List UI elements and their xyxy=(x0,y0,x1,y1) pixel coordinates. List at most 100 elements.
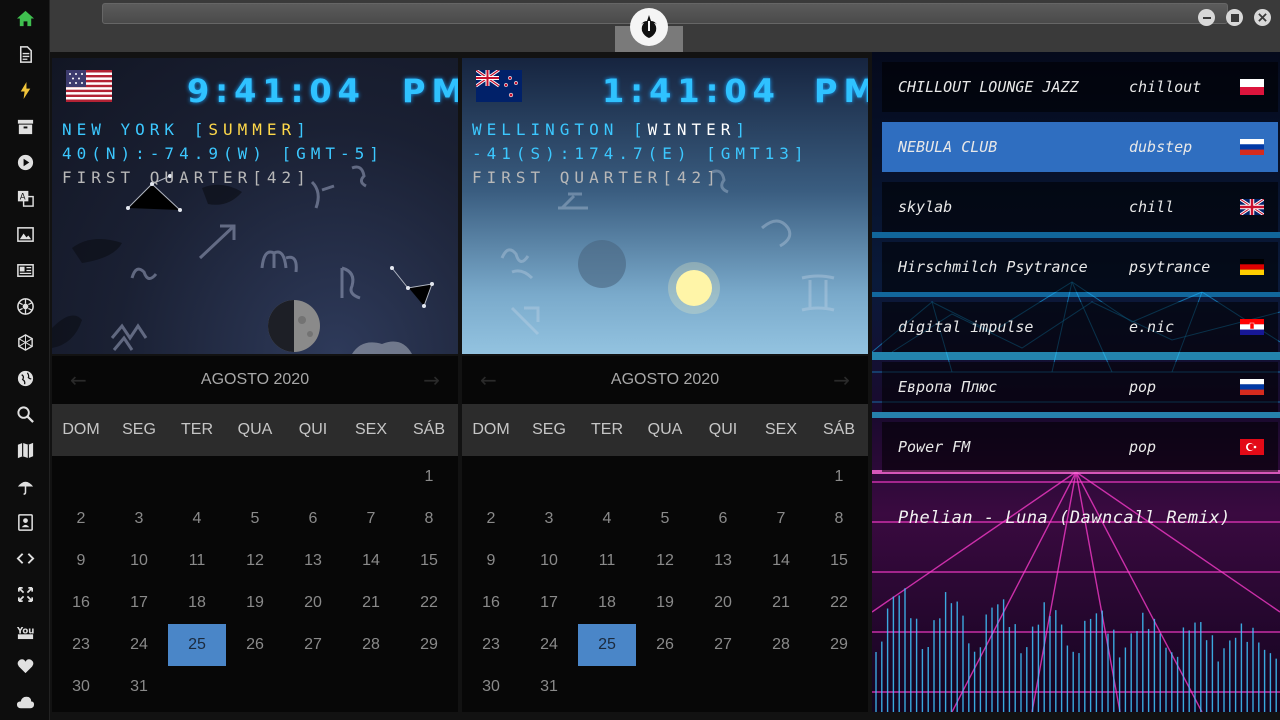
calendar-day[interactable]: 22 xyxy=(810,582,868,624)
calendar-day[interactable]: 2 xyxy=(52,498,110,540)
station-row[interactable]: CHILLOUT LOUNGE JAZZ chillout xyxy=(882,62,1278,112)
calendar-day[interactable]: 3 xyxy=(110,498,168,540)
calendar-day[interactable]: 26 xyxy=(636,624,694,666)
calendar-day[interactable]: 14 xyxy=(752,540,810,582)
turkey-flag xyxy=(1240,439,1264,455)
calendar-day[interactable]: 21 xyxy=(752,582,810,624)
calendar-day[interactable]: 30 xyxy=(52,666,110,708)
news-icon[interactable] xyxy=(0,252,50,288)
globe-icon[interactable] xyxy=(0,360,50,396)
calendar-day[interactable]: 10 xyxy=(110,540,168,582)
calendar-day[interactable]: 7 xyxy=(752,498,810,540)
calendar-day[interactable]: 8 xyxy=(400,498,458,540)
station-row[interactable]: Европа Плюс pop xyxy=(882,362,1278,412)
calendar-day[interactable]: 15 xyxy=(810,540,868,582)
calendar-day[interactable]: 15 xyxy=(400,540,458,582)
calendar-day[interactable]: 5 xyxy=(636,498,694,540)
home-icon[interactable] xyxy=(0,0,50,36)
calendar-day[interactable]: 23 xyxy=(462,624,520,666)
translate-icon[interactable]: A xyxy=(0,180,50,216)
close-button[interactable] xyxy=(1254,9,1271,26)
calendar-day[interactable]: 24 xyxy=(520,624,578,666)
cloud-icon[interactable] xyxy=(0,684,50,720)
calendar-day[interactable]: 1 xyxy=(400,456,458,498)
calendar-day[interactable]: 8 xyxy=(810,498,868,540)
map-icon[interactable] xyxy=(0,432,50,468)
calendar-day[interactable]: 4 xyxy=(578,498,636,540)
code-icon[interactable] xyxy=(0,540,50,576)
calendar-month-title: AGOSTO 2020 xyxy=(200,371,310,388)
calendar-day[interactable]: 9 xyxy=(462,540,520,582)
umbrella-icon[interactable] xyxy=(0,468,50,504)
calendar-day[interactable]: 28 xyxy=(752,624,810,666)
calendar-day[interactable]: 6 xyxy=(284,498,342,540)
station-row-active[interactable]: NEBULA CLUB dubstep xyxy=(882,122,1278,172)
heart-icon[interactable] xyxy=(0,648,50,684)
calendar-day[interactable]: 11 xyxy=(168,540,226,582)
rebel-alliance-logo-icon[interactable] xyxy=(630,8,668,46)
calendar-day[interactable]: 3 xyxy=(520,498,578,540)
calendar-day[interactable]: 4 xyxy=(168,498,226,540)
calendar-day[interactable]: 18 xyxy=(578,582,636,624)
station-row[interactable]: skylab chill xyxy=(882,182,1278,232)
station-row[interactable]: Power FM pop xyxy=(882,422,1278,472)
calendar-day[interactable]: 31 xyxy=(520,666,578,708)
calendar-day[interactable]: 31 xyxy=(110,666,168,708)
calendar-day[interactable]: 19 xyxy=(226,582,284,624)
calendar-day[interactable]: 13 xyxy=(694,540,752,582)
calendar-day[interactable]: 20 xyxy=(694,582,752,624)
calendar-right: ← AGOSTO 2020 → DOM SEG TER QUA QUI SEX … xyxy=(462,356,868,712)
calendar-day[interactable]: 9 xyxy=(52,540,110,582)
expand-icon[interactable] xyxy=(0,576,50,612)
calendar-day[interactable]: 18 xyxy=(168,582,226,624)
calendar-day[interactable]: 21 xyxy=(342,582,400,624)
lightning-icon[interactable] xyxy=(0,72,50,108)
calendar-day[interactable]: 27 xyxy=(694,624,752,666)
calendar-day-today[interactable]: 25 xyxy=(168,624,226,666)
image-icon[interactable] xyxy=(0,216,50,252)
calendar-day[interactable]: 2 xyxy=(462,498,520,540)
calendar-grid: 1 2 3 4 5 6 7 8 9 10 11 12 13 14 15 16 17 18 19 20 21 22 23 24 2… xyxy=(52,456,458,708)
calendar-day-today[interactable]: 25 xyxy=(578,624,636,666)
minimize-button[interactable] xyxy=(1198,9,1215,26)
weekday-label: TER xyxy=(591,421,623,438)
calendar-day[interactable]: 7 xyxy=(342,498,400,540)
station-row[interactable]: Hirschmilch Psytrance psytrance xyxy=(882,242,1278,292)
calendar-day[interactable]: 14 xyxy=(342,540,400,582)
contacts-icon[interactable] xyxy=(0,504,50,540)
play-icon[interactable] xyxy=(0,144,50,180)
calendar-day[interactable]: 17 xyxy=(110,582,168,624)
calendar-day[interactable]: 28 xyxy=(342,624,400,666)
calendar-day[interactable]: 20 xyxy=(284,582,342,624)
archive-icon[interactable] xyxy=(0,108,50,144)
calendar-next-arrow-icon[interactable]: → xyxy=(423,368,440,392)
calendar-day[interactable]: 19 xyxy=(636,582,694,624)
calendar-next-arrow-icon[interactable]: → xyxy=(833,368,850,392)
station-row[interactable]: digital impulse e.nic xyxy=(882,302,1278,352)
calendar-day[interactable]: 12 xyxy=(226,540,284,582)
calendar-day[interactable]: 17 xyxy=(520,582,578,624)
hexagon-icon[interactable] xyxy=(0,324,50,360)
search-icon[interactable] xyxy=(0,396,50,432)
calendar-day[interactable]: 12 xyxy=(636,540,694,582)
document-icon[interactable] xyxy=(0,36,50,72)
calendar-day[interactable]: 10 xyxy=(520,540,578,582)
calendar-day[interactable]: 23 xyxy=(52,624,110,666)
calendar-day[interactable]: 24 xyxy=(110,624,168,666)
calendar-day[interactable]: 29 xyxy=(400,624,458,666)
calendar-day[interactable]: 5 xyxy=(226,498,284,540)
maximize-button[interactable] xyxy=(1226,9,1243,26)
calendar-day[interactable]: 13 xyxy=(284,540,342,582)
calendar-day[interactable]: 30 xyxy=(462,666,520,708)
calendar-day[interactable]: 26 xyxy=(226,624,284,666)
calendar-day[interactable]: 11 xyxy=(578,540,636,582)
calendar-day[interactable]: 22 xyxy=(400,582,458,624)
youtube-icon[interactable]: You xyxy=(0,612,50,648)
calendar-day[interactable]: 6 xyxy=(694,498,752,540)
calendar-day[interactable]: 27 xyxy=(284,624,342,666)
calendar-day[interactable]: 16 xyxy=(462,582,520,624)
aperture-icon[interactable] xyxy=(0,288,50,324)
calendar-day[interactable]: 1 xyxy=(810,456,868,498)
calendar-day[interactable]: 16 xyxy=(52,582,110,624)
calendar-day[interactable]: 29 xyxy=(810,624,868,666)
